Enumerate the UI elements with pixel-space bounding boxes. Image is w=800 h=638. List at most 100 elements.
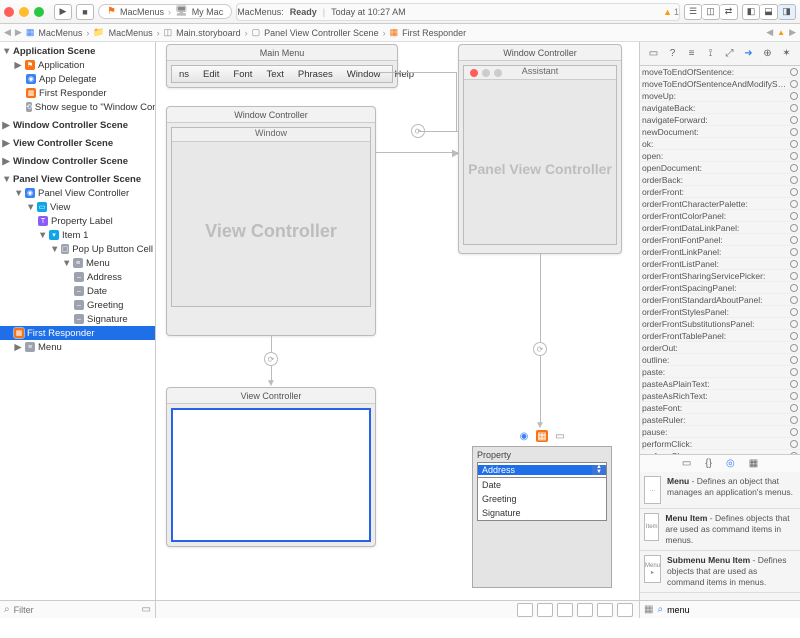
close-icon[interactable] xyxy=(4,7,14,17)
connection-outlet-icon[interactable] xyxy=(790,164,798,172)
action-row[interactable]: moveToEndOfSentenceAndModifySelec... xyxy=(640,78,800,90)
left-panel-icon[interactable]: ◧ xyxy=(742,4,760,20)
action-row[interactable]: performClick: xyxy=(640,438,800,450)
connection-outlet-icon[interactable] xyxy=(790,200,798,208)
connection-outlet-icon[interactable] xyxy=(790,140,798,148)
minimize-icon[interactable] xyxy=(19,7,29,17)
related-back[interactable]: ◀ xyxy=(766,27,773,38)
panel-view[interactable]: Property Address ▲▼ Date Greeting Signat… xyxy=(472,446,612,588)
embed-control[interactable] xyxy=(557,603,573,617)
connection-outlet-icon[interactable] xyxy=(790,236,798,244)
help-inspector-icon[interactable]: ? xyxy=(666,47,680,61)
object-library-icon[interactable]: ◎ xyxy=(726,458,735,469)
inner-window[interactable]: Window View Controller xyxy=(171,127,371,307)
connection-outlet-icon[interactable] xyxy=(790,296,798,304)
action-row[interactable]: outline: xyxy=(640,354,800,366)
action-row[interactable]: moveUp: xyxy=(640,90,800,102)
outline-item[interactable]: ⟲Show segue to "Window Controller" xyxy=(0,100,155,114)
outline-item[interactable]: –Address xyxy=(0,270,155,284)
outline-item[interactable]: TProperty Label xyxy=(0,214,155,228)
standard-editor-icon[interactable]: ☰ xyxy=(684,4,702,20)
action-row[interactable]: orderFrontFontPanel: xyxy=(640,234,800,246)
view-controller-view[interactable] xyxy=(171,408,371,542)
action-row[interactable]: moveToEndOfSentence: xyxy=(640,66,800,78)
connection-outlet-icon[interactable] xyxy=(790,260,798,268)
action-row[interactable]: orderFrontCharacterPalette: xyxy=(640,198,800,210)
outline-item[interactable]: ▶⚑Application xyxy=(0,58,155,72)
filter-icon[interactable]: ⌕ xyxy=(4,604,10,615)
action-row[interactable]: open: xyxy=(640,150,800,162)
outline-item[interactable]: ▦First Responder xyxy=(0,86,155,100)
outline-item[interactable]: ▼▢Pop Up Button Cell xyxy=(0,242,155,256)
view-controller-scene[interactable]: View Controller xyxy=(166,387,376,547)
connection-outlet-icon[interactable] xyxy=(790,380,798,388)
action-row[interactable]: openDocument: xyxy=(640,162,800,174)
scene-dock[interactable]: ◉ ▦ ▭ xyxy=(518,430,566,442)
first-responder-icon[interactable]: ▦ xyxy=(536,430,548,442)
action-row[interactable]: orderFrontStylesPanel: xyxy=(640,306,800,318)
action-row[interactable]: orderFrontSpacingPanel: xyxy=(640,282,800,294)
popup-menu[interactable]: Date Greeting Signature xyxy=(477,478,607,521)
connection-outlet-icon[interactable] xyxy=(790,92,798,100)
window-controller-scene-2[interactable]: Window Controller Assistant Panel View C… xyxy=(458,44,622,254)
outline-item[interactable]: ▶≡Menu xyxy=(0,340,155,354)
library-search-input[interactable] xyxy=(667,605,796,615)
action-row[interactable]: newDocument: xyxy=(640,126,800,138)
menu-item[interactable]: Greeting xyxy=(478,492,606,506)
popup-button[interactable]: Address ▲▼ Date Greeting Signature xyxy=(477,462,607,521)
menu-item[interactable]: Window xyxy=(340,69,388,80)
library-item[interactable]: ... Menu - Defines an object that manage… xyxy=(640,472,800,509)
identity-inspector-icon[interactable]: ≡ xyxy=(685,47,699,61)
scheme-selector[interactable]: ⚑ MacMenus › 🖥 My Mac xyxy=(98,4,232,19)
library-item[interactable]: Item Menu Item - Defines objects that ar… xyxy=(640,509,800,551)
run-button[interactable]: ▶ xyxy=(54,4,72,20)
crumb-project[interactable]: MacMenus xyxy=(38,28,82,38)
attributes-inspector-icon[interactable]: ⟟ xyxy=(704,47,718,61)
connection-outlet-icon[interactable] xyxy=(790,224,798,232)
segue-icon[interactable]: ⟳ xyxy=(533,342,547,356)
crumb-object[interactable]: First Responder xyxy=(402,28,466,38)
menu-item[interactable]: ns xyxy=(172,69,196,80)
assistant-editor-icon[interactable]: ◫ xyxy=(702,4,720,20)
connection-outlet-icon[interactable] xyxy=(790,368,798,376)
zoom-control[interactable] xyxy=(517,603,533,617)
size-inspector-icon[interactable]: ⤢ xyxy=(723,47,737,61)
action-row[interactable]: paste: xyxy=(640,366,800,378)
connection-outlet-icon[interactable] xyxy=(790,428,798,436)
scene-header[interactable]: ▼Application Scene xyxy=(0,44,155,58)
outline-item[interactable]: ▼▾Item 1 xyxy=(0,228,155,242)
menu-item[interactable]: Text xyxy=(259,69,290,80)
trait-control[interactable] xyxy=(537,603,553,617)
menu-item[interactable]: Signature xyxy=(478,506,606,520)
filter-input[interactable] xyxy=(14,605,138,615)
outline-item[interactable]: ▼◉Panel View Controller xyxy=(0,186,155,200)
action-row[interactable]: pasteAsRichText: xyxy=(640,390,800,402)
action-row[interactable]: orderFrontSharingServicePicker: xyxy=(640,270,800,282)
pin-control[interactable] xyxy=(597,603,613,617)
action-row[interactable]: pasteAsPlainText: xyxy=(640,378,800,390)
action-row[interactable]: orderFront: xyxy=(640,186,800,198)
connection-outlet-icon[interactable] xyxy=(790,80,798,88)
window-controller-scene[interactable]: Window Controller Window View Controller xyxy=(166,106,376,336)
jump-bar[interactable]: ◀ ▶ ▦ MacMenus› 📁 MacMenus› ◫ Main.story… xyxy=(0,24,800,42)
file-template-icon[interactable]: ▭ xyxy=(682,458,691,469)
bindings-inspector-icon[interactable]: ⊕ xyxy=(761,47,775,61)
panel-toggle-segment[interactable]: ◧ ⬓ ◨ xyxy=(742,4,796,20)
right-panel-icon[interactable]: ◨ xyxy=(778,4,796,20)
resolve-control[interactable] xyxy=(617,603,633,617)
grid-icon[interactable]: ▦ xyxy=(644,604,653,615)
connection-outlet-icon[interactable] xyxy=(790,404,798,412)
align-control[interactable] xyxy=(577,603,593,617)
scene-header[interactable]: ▶View Controller Scene xyxy=(0,136,155,150)
action-row[interactable]: orderFrontListPanel: xyxy=(640,258,800,270)
menu-item[interactable]: Phrases xyxy=(291,69,340,80)
outline-item[interactable]: ▼▭View xyxy=(0,200,155,214)
connection-outlet-icon[interactable] xyxy=(790,68,798,76)
outline-item[interactable]: –Date xyxy=(0,284,155,298)
menu-item[interactable]: Date xyxy=(478,478,606,492)
action-row[interactable]: pause: xyxy=(640,426,800,438)
forward-button[interactable]: ▶ xyxy=(15,27,22,38)
scene-header[interactable]: ▶Window Controller Scene xyxy=(0,118,155,132)
effects-inspector-icon[interactable]: ✶ xyxy=(780,47,794,61)
outline-item[interactable]: ◉App Delegate xyxy=(0,72,155,86)
